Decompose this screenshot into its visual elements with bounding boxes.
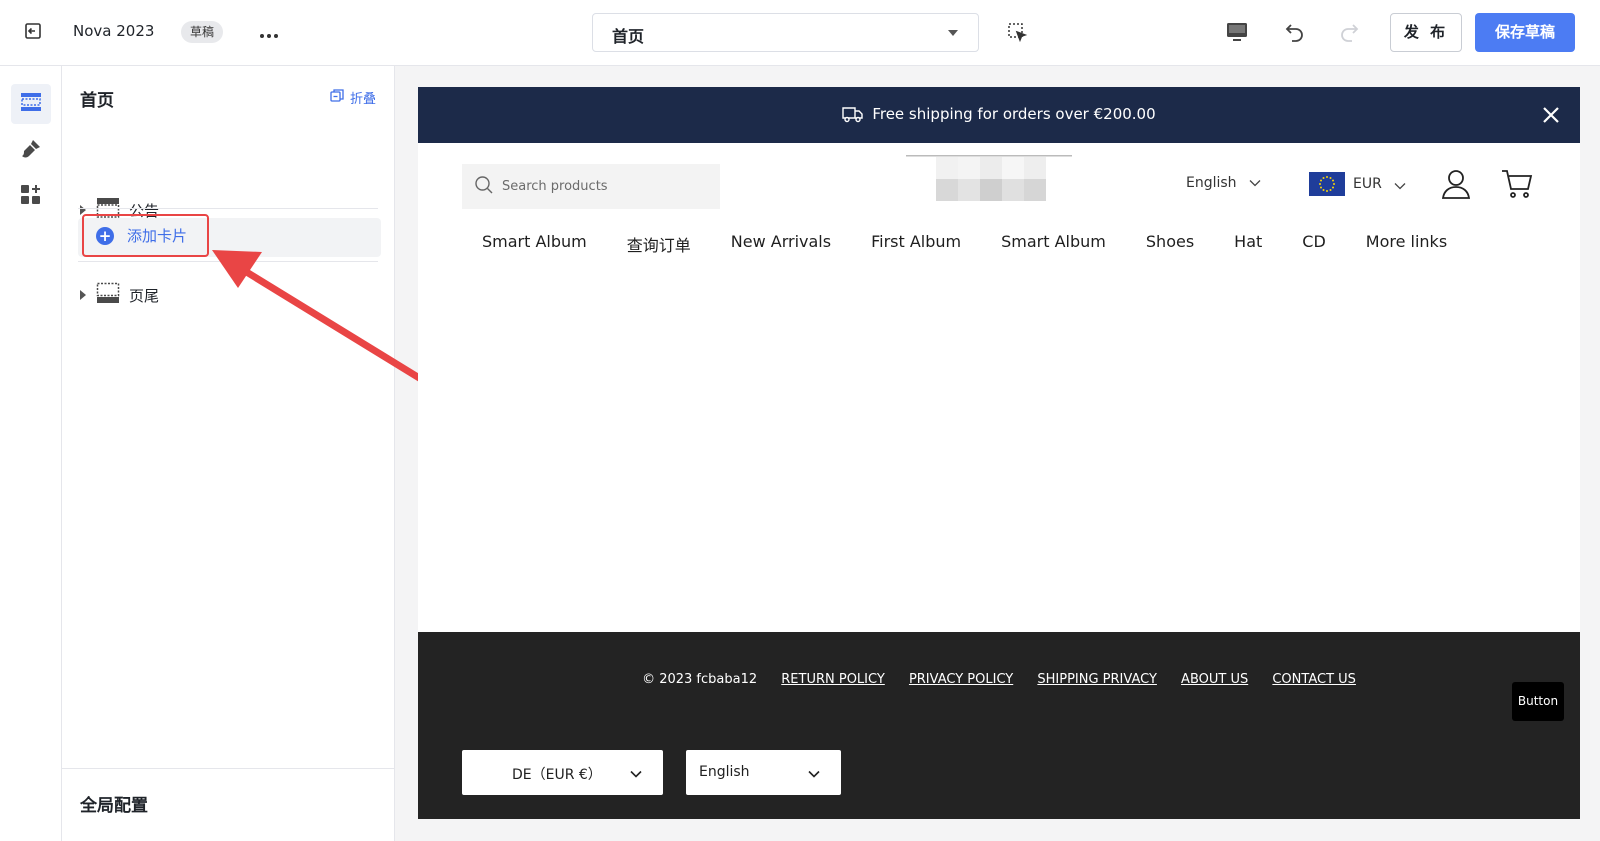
more-options-button[interactable] [256, 20, 282, 46]
currency-value: EUR [1353, 176, 1382, 192]
select-cursor-icon [1007, 23, 1029, 48]
footer-language-select[interactable]: English [686, 750, 841, 795]
section-label: 页尾 [129, 286, 160, 305]
country-currency-select[interactable]: DE（EUR €） [462, 750, 663, 795]
undo-button[interactable] [1283, 20, 1309, 46]
language-value: English [1186, 175, 1237, 191]
collapse-label: 折叠 [349, 92, 376, 107]
nav-item-more-links[interactable]: More links [1366, 232, 1447, 256]
theme-name: Nova 2023 [73, 22, 155, 40]
nav-item-smart-album[interactable]: Smart Album [482, 232, 587, 256]
account-user-icon[interactable] [1441, 168, 1471, 200]
nav-item-smart-album-2[interactable]: Smart Album [1001, 232, 1106, 256]
footer-link-privacy-policy[interactable]: PRIVACY POLICY [909, 672, 1013, 687]
editor-icon-rail [0, 66, 62, 841]
announcement-text: Free shipping for orders over €200.00 [872, 105, 1156, 123]
sections-icon [20, 91, 42, 117]
footer-language-value: English [699, 764, 750, 780]
floating-button[interactable]: Button [1512, 682, 1564, 721]
exit-editor-button[interactable] [20, 20, 46, 46]
theme-brush-icon [19, 137, 43, 165]
chevron-down-icon [1249, 175, 1261, 191]
panel-title: 首页 [80, 91, 114, 111]
store-preview-frame: Free shipping for orders over €200.00 Se… [418, 87, 1580, 819]
undo-icon [1283, 24, 1307, 48]
sections-panel: 首页 折叠 公告 页头 [62, 66, 395, 841]
divider [78, 208, 378, 209]
announcement-bar[interactable]: Free shipping for orders over €200.00 [418, 87, 1580, 143]
store-search-input[interactable]: Search products [462, 164, 720, 209]
chevron-down-icon [629, 766, 643, 780]
editor-topbar: Nova 2023 草稿 首页 发 布 保存草稿 [0, 0, 1600, 66]
nav-item-cd[interactable]: CD [1302, 232, 1326, 256]
language-selector[interactable]: English [1186, 175, 1261, 191]
chevron-down-icon [807, 766, 821, 780]
country-currency-value: DE（EUR €） [512, 767, 602, 783]
caret-down-icon [948, 30, 958, 36]
rail-apps-button[interactable] [11, 177, 51, 217]
draft-status-badge: 草稿 [181, 21, 224, 43]
footer-link-shipping-privacy[interactable]: SHIPPING PRIVACY [1037, 672, 1157, 687]
store-logo[interactable] [906, 155, 1072, 205]
nav-item-shoes[interactable]: Shoes [1146, 232, 1194, 256]
save-draft-button[interactable]: 保存草稿 [1475, 13, 1575, 52]
section-footer[interactable]: 页尾 [78, 279, 378, 311]
close-icon[interactable] [1540, 104, 1562, 126]
exit-icon [23, 21, 43, 45]
global-config-label: 全局配置 [80, 796, 148, 816]
desktop-preview-button[interactable] [1225, 20, 1251, 46]
copyright-text: © 2023 fcbaba12 [642, 672, 758, 687]
delivery-truck-icon [842, 105, 864, 127]
footer-link-about-us[interactable]: ABOUT US [1181, 672, 1248, 687]
currency-selector[interactable]: EUR [1309, 172, 1406, 196]
footer-link-return-policy[interactable]: RETURN POLICY [781, 672, 885, 687]
shopping-cart-icon[interactable] [1501, 169, 1533, 199]
nav-item-first-album[interactable]: First Album [871, 232, 961, 256]
chevron-down-icon [1394, 175, 1406, 194]
page-select-value: 首页 [612, 27, 645, 46]
search-icon [474, 175, 494, 199]
global-config-button[interactable]: 全局配置 [62, 768, 395, 841]
footer-link-contact-us[interactable]: CONTACT US [1272, 672, 1356, 687]
footer-links: © 2023 fcbaba12 RETURN POLICY PRIVACY PO… [418, 672, 1580, 687]
add-card-button[interactable]: + 添加卡片 [82, 214, 209, 257]
expand-arrow-icon [80, 290, 86, 300]
main-navigation: Smart Album 查询订单 New Arrivals First Albu… [482, 232, 1487, 256]
search-placeholder: Search products [502, 179, 608, 194]
collapse-all-button[interactable]: 折叠 [330, 88, 376, 107]
desktop-monitor-icon [1225, 23, 1249, 48]
announcement-text-row: Free shipping for orders over €200.00 [418, 105, 1580, 127]
eu-flag-icon [1309, 172, 1345, 196]
nav-item-new-arrivals[interactable]: New Arrivals [731, 232, 831, 256]
collapse-icon [330, 88, 345, 107]
redo-icon [1337, 24, 1361, 48]
rail-sections-button[interactable] [11, 84, 51, 124]
element-select-tool-button[interactable] [1007, 22, 1029, 44]
nav-item-hat[interactable]: Hat [1234, 232, 1262, 256]
nav-item-order-lookup[interactable]: 查询订单 [627, 232, 691, 256]
more-horizontal-icon [259, 24, 279, 43]
redo-button[interactable] [1337, 20, 1363, 46]
divider [78, 261, 378, 262]
plus-circle-icon: + [96, 226, 114, 245]
add-card-label: 添加卡片 [127, 227, 188, 245]
rail-theme-style-button[interactable] [11, 131, 51, 171]
publish-button[interactable]: 发 布 [1390, 13, 1462, 52]
section-footer-block-icon [96, 282, 120, 308]
page-select-dropdown[interactable]: 首页 [592, 13, 979, 52]
apps-add-icon [20, 184, 42, 210]
